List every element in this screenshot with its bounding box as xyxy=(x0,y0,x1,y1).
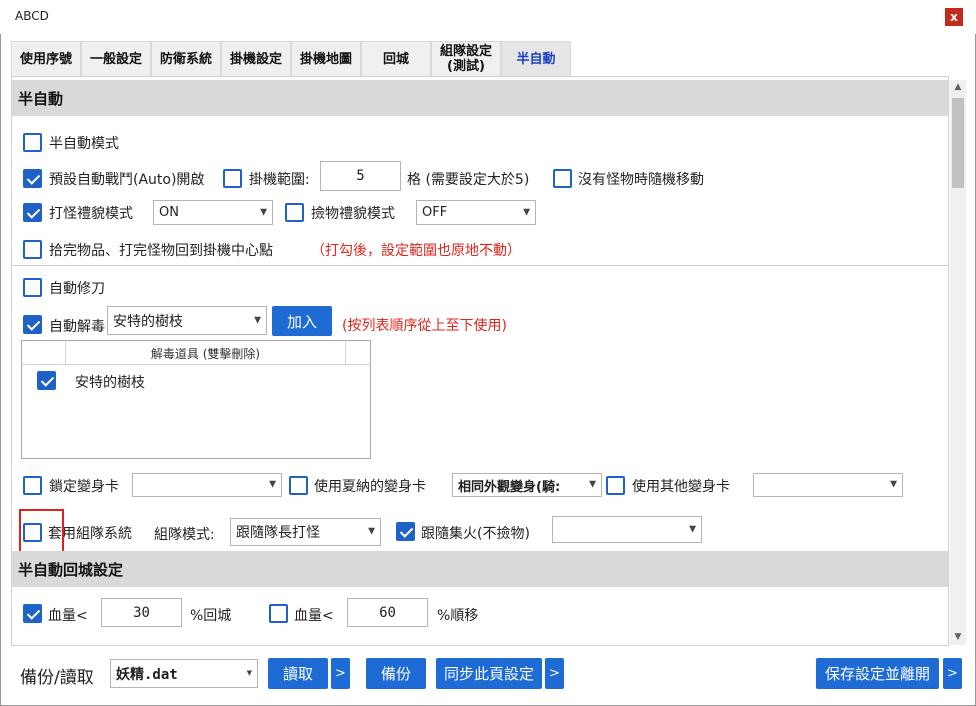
party-mode-label: 組隊模式: xyxy=(154,527,215,543)
save-more-button[interactable]: > xyxy=(943,658,962,689)
hp-return-label: 血量< xyxy=(48,608,88,624)
random-move-checkbox[interactable] xyxy=(553,169,572,188)
tab-semi-auto[interactable]: 半自動 xyxy=(501,41,571,77)
follow-fire-label: 跟隨集火(不撿物) xyxy=(421,526,530,542)
attack-mode-select[interactable]: ON ▼ xyxy=(153,200,273,225)
tab-hang-map[interactable]: 掛機地圖 xyxy=(291,41,361,77)
chevron-down-icon: ▼ xyxy=(523,207,530,217)
chevron-down-icon: ▼ xyxy=(589,479,596,490)
attack-mode-value: ON xyxy=(159,205,179,220)
scroll-down-icon[interactable]: ▼ xyxy=(950,632,966,646)
hp-teleport-checkbox[interactable] xyxy=(269,604,288,623)
scroll-up-icon[interactable]: ▲ xyxy=(950,82,966,96)
lock-card-select[interactable]: ▼ xyxy=(132,473,282,497)
detox-add-button[interactable]: 加入 xyxy=(272,306,332,336)
scrollbar-thumb[interactable] xyxy=(952,98,964,188)
tab-serial[interactable]: 使用序號 xyxy=(11,41,81,77)
chevron-down-icon: ▼ xyxy=(269,479,276,490)
tab-return[interactable]: 回城 xyxy=(361,41,431,77)
follow-fire-checkbox[interactable] xyxy=(396,522,415,541)
read-button[interactable]: 讀取 xyxy=(268,658,328,689)
attack-mode-checkbox[interactable] xyxy=(23,203,42,222)
summer-card-select[interactable]: 相同外觀變身(騎: ▼ xyxy=(452,473,602,497)
summer-card-label: 使用夏納的變身卡 xyxy=(314,479,426,495)
hp-return-suffix: %回城 xyxy=(190,608,232,624)
backup-file-select[interactable]: 妖精.dat ▼ xyxy=(110,659,258,688)
hang-range-label: 掛機範圍: xyxy=(249,172,310,188)
pickup-mode-value: OFF xyxy=(422,205,448,220)
tab-defense[interactable]: 防衛系統 xyxy=(151,41,221,77)
tab-party[interactable]: 組隊設定 (測試) xyxy=(431,41,501,77)
lock-card-label: 鎖定變身卡 xyxy=(49,479,119,495)
auto-detox-checkbox[interactable] xyxy=(23,315,42,334)
auto-repair-label: 自動修刀 xyxy=(49,281,105,297)
column-divider xyxy=(345,341,346,365)
tab-general[interactable]: 一般設定 xyxy=(81,41,151,77)
other-card-select[interactable]: ▼ xyxy=(753,473,903,497)
hang-range-checkbox[interactable] xyxy=(223,169,242,188)
section-header-semi-auto: 半自動 xyxy=(11,80,948,116)
window-title: ABCD xyxy=(15,9,49,23)
return-center-note: （打勾後，設定範圍也原地不動） xyxy=(311,243,521,259)
auto-detox-label: 自動解毒 xyxy=(49,319,105,335)
party-mode-value: 跟隨隊長打怪 xyxy=(236,525,320,541)
auto-battle-label: 預設自動戰鬥(Auto)開啟 xyxy=(49,172,205,188)
sync-page-button[interactable]: 同步此頁設定 xyxy=(436,658,542,689)
party-mode-select[interactable]: 跟隨隊長打怪 ▼ xyxy=(230,518,381,546)
section-header-return: 半自動回城設定 xyxy=(11,551,948,587)
detox-list-header-row: 解毒道具 (雙擊刪除) xyxy=(22,341,370,365)
semi-auto-mode-label: 半自動模式 xyxy=(49,136,119,152)
other-card-label: 使用其他變身卡 xyxy=(632,479,730,495)
auto-repair-checkbox[interactable] xyxy=(23,278,42,297)
backup-read-label: 備份/讀取 xyxy=(20,668,94,688)
section-divider xyxy=(12,265,948,266)
chevron-down-icon: ▼ xyxy=(260,207,267,217)
close-button[interactable]: x xyxy=(945,8,963,26)
detox-item-select[interactable]: 安特的樹枝 ▼ xyxy=(107,306,267,335)
save-and-exit-button[interactable]: 保存設定並離開 xyxy=(816,658,939,689)
backup-button[interactable]: 備份 xyxy=(366,658,426,689)
hp-return-input[interactable]: 30 xyxy=(101,598,182,627)
hp-teleport-input[interactable]: 60 xyxy=(347,598,428,627)
tab-hang-settings[interactable]: 掛機設定 xyxy=(221,41,291,77)
lock-card-checkbox[interactable] xyxy=(23,476,42,495)
hp-teleport-label: 血量< xyxy=(294,608,334,624)
backup-file-value: 妖精.dat xyxy=(116,666,178,683)
chevron-down-icon: ▼ xyxy=(368,526,375,537)
pickup-mode-label: 撿物禮貌模式 xyxy=(311,206,395,222)
chevron-down-icon: ▼ xyxy=(254,315,261,325)
detox-list-item-checkbox[interactable] xyxy=(37,371,56,390)
hang-range-input[interactable]: 5 xyxy=(320,161,401,191)
random-move-label: 沒有怪物時隨機移動 xyxy=(578,172,704,188)
detox-item-value: 安特的樹枝 xyxy=(113,313,183,330)
return-center-label: 拾完物品、打完怪物回到掛機中心點 xyxy=(49,243,273,259)
semi-auto-mode-checkbox[interactable] xyxy=(23,133,42,152)
attack-mode-label: 打怪禮貌模式 xyxy=(49,206,133,222)
hp-return-checkbox[interactable] xyxy=(23,604,42,623)
summer-card-checkbox[interactable] xyxy=(289,476,308,495)
return-center-checkbox[interactable] xyxy=(23,240,42,259)
chevron-down-icon: ▼ xyxy=(246,668,252,678)
chevron-down-icon: ▼ xyxy=(689,524,696,534)
chevron-down-icon: ▼ xyxy=(890,479,897,490)
hp-teleport-suffix: %順移 xyxy=(437,608,479,624)
pickup-mode-select[interactable]: OFF ▼ xyxy=(416,200,536,225)
detox-list-header: 解毒道具 (雙擊刪除) xyxy=(150,347,261,361)
title-bar: ABCD x xyxy=(0,0,976,34)
detox-list[interactable]: 解毒道具 (雙擊刪除) 安特的樹枝 xyxy=(21,340,371,459)
follow-fire-select[interactable]: ▼ xyxy=(552,516,702,543)
hang-range-suffix: 格 (需要設定大於5) xyxy=(407,172,530,188)
detox-note: (按列表順序從上至下使用) xyxy=(342,318,507,334)
highlight-box xyxy=(19,509,64,554)
read-more-button[interactable]: > xyxy=(331,658,350,689)
pickup-mode-checkbox[interactable] xyxy=(285,203,304,222)
other-card-checkbox[interactable] xyxy=(606,476,625,495)
sync-more-button[interactable]: > xyxy=(545,658,564,689)
auto-battle-checkbox[interactable] xyxy=(23,169,42,188)
detox-list-item-label: 安特的樹枝 xyxy=(75,375,145,391)
summer-card-value: 相同外觀變身(騎: xyxy=(458,479,561,495)
